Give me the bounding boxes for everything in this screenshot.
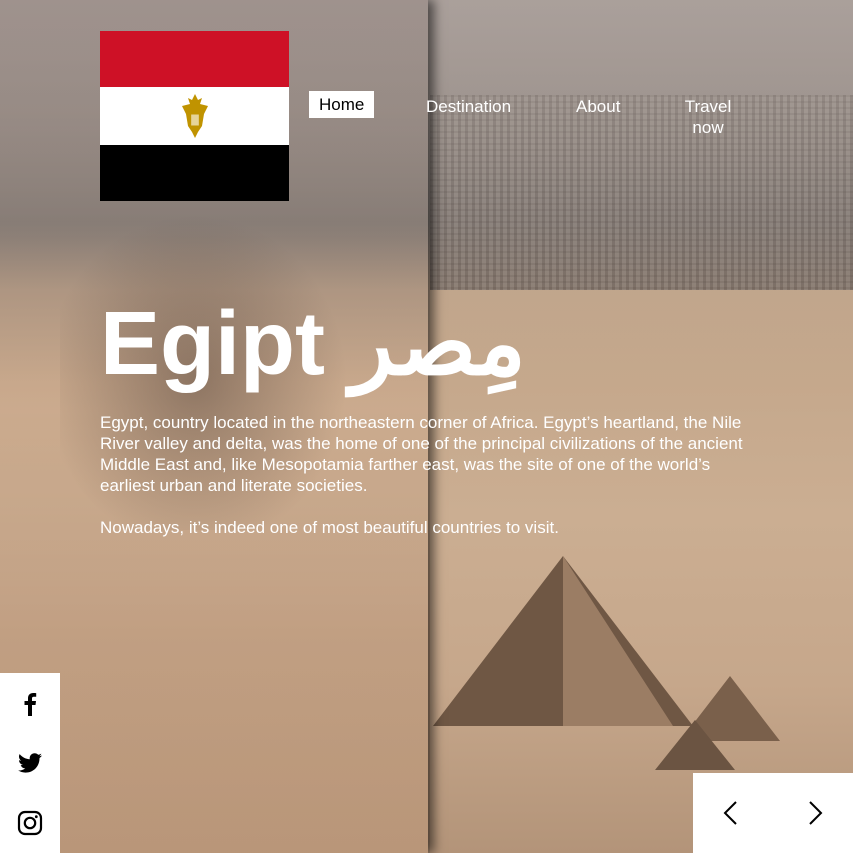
egypt-flag (100, 31, 289, 201)
social-bar (0, 673, 60, 853)
facebook-icon[interactable] (17, 690, 43, 716)
hero-paragraph-2: Nowadays, it’s indeed one of most beauti… (100, 518, 559, 537)
nav-travel-link[interactable]: Travel now (673, 96, 743, 138)
flag-white-stripe (100, 87, 289, 145)
nav-home-link[interactable]: Home (309, 91, 375, 118)
nav-about-link[interactable]: About (576, 96, 620, 117)
eagle-icon (181, 94, 208, 138)
hero-paragraph-1: Egypt, country located in the northeaste… (100, 413, 743, 495)
hero-description: Egypt, country located in the northeaste… (100, 412, 760, 559)
next-arrow-icon[interactable] (801, 799, 829, 827)
slider-controls (693, 773, 853, 853)
hero-title: Egipt مِصر (100, 294, 526, 394)
twitter-icon[interactable] (17, 750, 43, 776)
flag-red-stripe (100, 31, 289, 87)
instagram-icon[interactable] (17, 810, 43, 836)
nav-destination-link[interactable]: Destination (426, 96, 511, 117)
prev-arrow-icon[interactable] (717, 799, 745, 827)
flag-black-stripe (100, 145, 289, 201)
